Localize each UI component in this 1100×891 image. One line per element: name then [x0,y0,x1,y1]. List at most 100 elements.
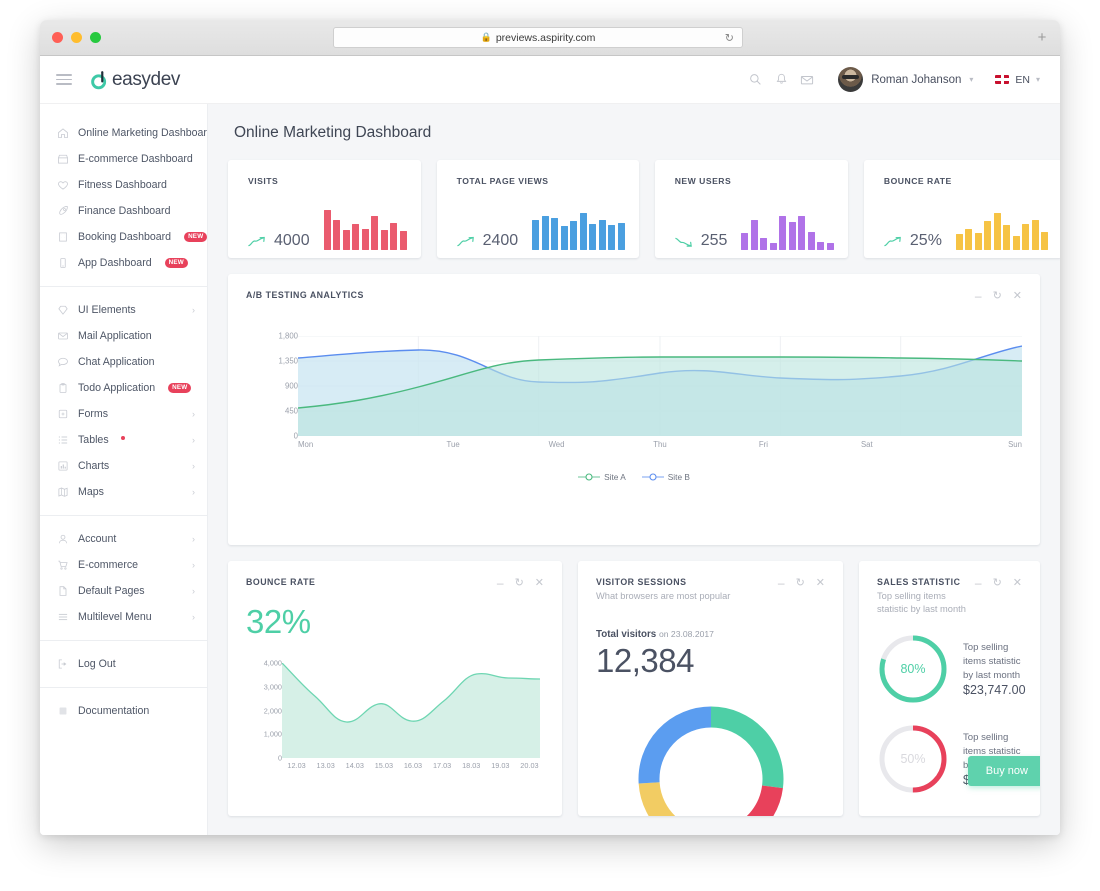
language-selector[interactable]: EN ▾ [995,74,1040,86]
sidebar-item-finance-dashboard[interactable]: Finance Dashboard [40,198,207,224]
main-content: Online Marketing Dashboard VISITS 4000 TOT… [208,104,1060,835]
chevron-right-icon[interactable]: › [192,409,195,419]
sidebar-item-documentation[interactable]: Documentation [40,698,207,724]
uk-flag-icon [995,75,1010,84]
close-icon[interactable]: ✕ [535,577,544,589]
app-logo[interactable]: easydev [90,69,180,91]
header-actions: Roman Johanson ▾ EN ▾ [742,67,1040,93]
reload-icon[interactable]: ↻ [725,31,734,44]
user-menu[interactable]: Roman Johanson ▾ [838,67,973,92]
bottom-cards-row: BOUNCE RATE – ↻ ✕ 32% 0 1,000 2,000 3,000 4,… [228,561,1040,816]
sidebar-item-account[interactable]: Account › [40,526,207,552]
chevron-right-icon[interactable]: › [192,612,195,622]
minimize-icon[interactable]: – [975,577,982,589]
legend-label: Site B [667,472,690,482]
sidebar-item-fitness-dashboard[interactable]: Fitness Dashboard [40,172,207,198]
app-body: Online Marketing Dashboard E-commerce Das… [40,104,1060,835]
ab-chart-plot: 0 450 900 1,350 1,800 Mon Tue Wed Thu Fr… [246,332,1022,456]
ab-y-axis: 0 450 900 1,350 1,800 [246,332,298,441]
gauge-amount: $23,747.00 [963,683,1026,698]
chevron-right-icon[interactable]: › [192,461,195,471]
chevron-right-icon[interactable]: › [192,534,195,544]
sidebar-item-e-commerce[interactable]: E-commerce › [40,552,207,578]
sidebar-item-multilevel-menu[interactable]: Multilevel Menu › [40,604,207,630]
sidebar-item-maps[interactable]: Maps › [40,479,207,505]
search-icon[interactable] [742,67,768,93]
close-icon[interactable]: ✕ [1013,290,1022,302]
address-bar[interactable]: 🔒 previews.aspirity.com ↻ [333,27,743,48]
sidebar-item-booking-dashboard[interactable]: Booking Dashboard NEW [40,224,207,250]
sparkline-bar [788,222,796,250]
stat-card-new-users: NEW USERS 255 [654,160,848,258]
chevron-right-icon[interactable]: › [192,586,195,596]
minimize-window-button[interactable] [71,32,82,43]
close-icon[interactable]: ✕ [1013,577,1022,589]
visitor-card-tools: – ↻ ✕ [778,577,825,589]
close-icon[interactable]: ✕ [816,577,825,589]
sparkline-bar [807,232,815,250]
donut-segment[interactable] [638,781,676,816]
sparkline-bar [1012,235,1020,250]
sidebar-item-log-out[interactable]: Log Out [40,651,207,677]
sidebar-item-mail-application[interactable]: Mail Application [40,323,207,349]
chevron-right-icon[interactable]: › [192,435,195,445]
chevron-right-icon[interactable]: › [192,487,195,497]
sidebar-item-online-marketing-dashboard[interactable]: Online Marketing Dashboard [40,120,207,146]
donut-segment[interactable] [638,706,711,784]
sidebar-item-e-commerce-dashboard[interactable]: E-commerce Dashboard [40,146,207,172]
minimize-icon[interactable]: – [778,577,785,589]
sidebar-item-app-dashboard[interactable]: App Dashboard NEW [40,250,207,276]
chevron-down-icon[interactable]: ▾ [969,75,973,84]
user-name: Roman Johanson [871,73,962,86]
refresh-icon[interactable]: ↻ [993,577,1002,589]
mail-icon[interactable] [794,67,820,93]
refresh-icon[interactable]: ↻ [993,290,1002,302]
sidebar-item-chat-application[interactable]: Chat Application [40,349,207,375]
minimize-icon[interactable]: – [497,577,504,589]
refresh-icon[interactable]: ↻ [515,577,524,589]
new-badge: NEW [184,232,207,242]
chat-icon [56,356,69,369]
sidebar-item-label: Documentation [78,705,150,717]
chevron-right-icon[interactable]: › [192,560,195,570]
bounce-x-tick: 17.03 [432,761,452,770]
new-tab-button[interactable]: + [1032,26,1052,48]
chevron-down-icon[interactable]: ▾ [1036,75,1040,84]
refresh-icon[interactable]: ↻ [796,577,805,589]
menu-toggle-icon[interactable] [56,74,72,85]
ab-chart-legend: Site A Site B [246,472,1022,482]
sidebar-item-forms[interactable]: Forms › [40,401,207,427]
ab-x-tick: Sun [1008,440,1022,449]
legend-item[interactable]: Site A [578,472,626,482]
bounce-y-tick: 2,000 [263,706,282,715]
sidebar-item-default-pages[interactable]: Default Pages › [40,578,207,604]
sidebar-item-todo-application[interactable]: Todo Application NEW [40,375,207,401]
maximize-window-button[interactable] [90,32,101,43]
app-header: easydev Roman Johanson ▾ EN ▾ [40,56,1060,104]
close-window-button[interactable] [52,32,63,43]
bounce-chart-canvas [282,663,540,758]
legend-item[interactable]: Site B [641,472,690,482]
sparkline-bar [750,219,758,250]
book-icon [56,705,69,718]
sidebar-item-charts[interactable]: Charts › [40,453,207,479]
page-icon [56,585,69,598]
buy-now-button[interactable]: Buy now [967,756,1040,786]
sidebar-item-tables[interactable]: Tables › [40,427,207,453]
page-viewport: easydev Roman Johanson ▾ EN ▾ Online Mar… [40,56,1060,835]
ab-x-labels: Mon Tue Wed Thu Fri Sat Sun [298,440,1022,449]
sales-gauge-row: 80% Top selling items statistic by last m… [877,633,1026,705]
stat-body: 25% [884,208,1049,250]
donut-segment[interactable] [671,784,783,816]
home-icon [56,127,69,140]
minimize-icon[interactable]: – [975,290,982,302]
sidebar-divider [40,640,207,641]
window-controls[interactable] [52,32,101,43]
sidebar-item-label: Mail Application [78,330,152,342]
stat-body: 255 [675,208,834,250]
chevron-right-icon[interactable]: › [192,305,195,315]
stat-value: 255 [700,232,728,249]
bell-icon[interactable] [768,67,794,93]
donut-segment[interactable] [710,706,783,788]
sidebar-item-ui-elements[interactable]: UI Elements › [40,297,207,323]
